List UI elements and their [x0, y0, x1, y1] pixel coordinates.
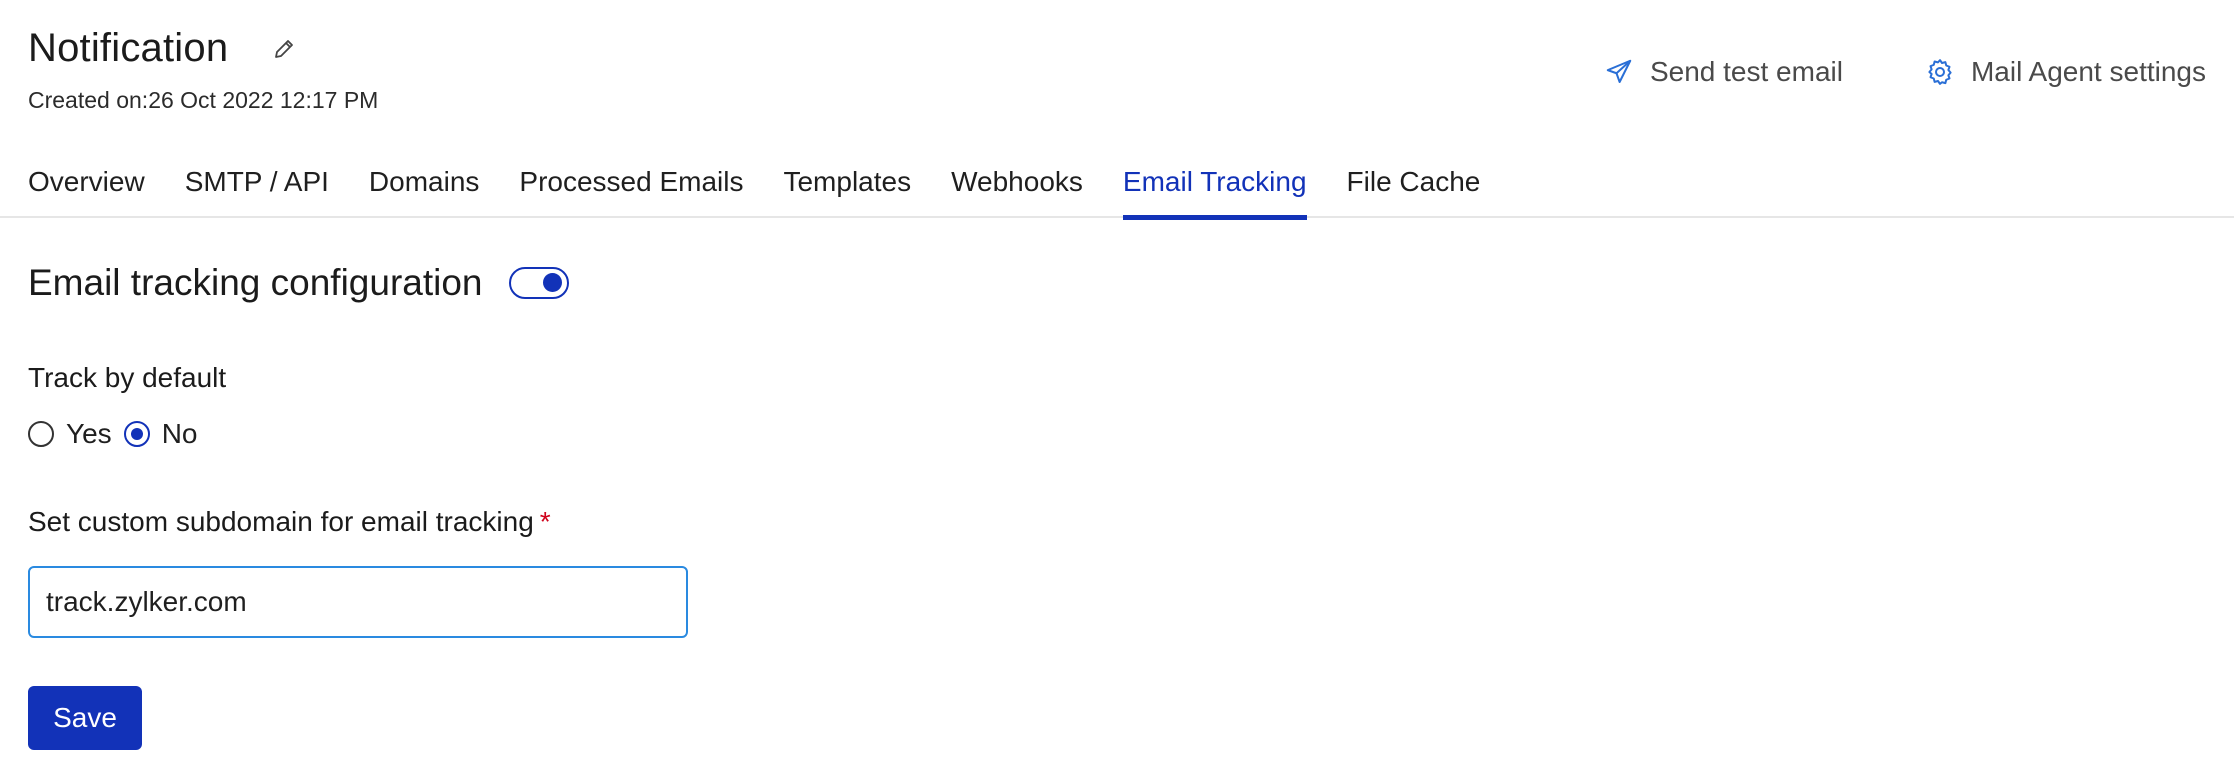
gear-icon [1925, 57, 1955, 87]
tab-webhooks[interactable]: Webhooks [951, 158, 1083, 218]
mail-agent-settings-link[interactable]: Mail Agent settings [1925, 56, 2206, 88]
header-actions: Send test email Mail Agent settings [1604, 56, 2206, 88]
subdomain-input[interactable] [28, 566, 688, 638]
radio-no[interactable]: No [123, 418, 198, 450]
send-test-email-label: Send test email [1649, 56, 1843, 87]
page-header: Notification Created on:26 Oct 2022 12:1… [28, 26, 378, 114]
tab-file-cache[interactable]: File Cache [1347, 158, 1481, 218]
radio-yes[interactable]: Yes [28, 418, 112, 450]
paper-plane-icon [1604, 57, 1634, 87]
send-test-email-link[interactable]: Send test email [1604, 56, 1843, 88]
subdomain-label-text: Set custom subdomain for email tracking [28, 506, 534, 537]
pencil-icon[interactable] [270, 35, 298, 63]
tab-templates[interactable]: Templates [783, 158, 911, 218]
subdomain-label: Set custom subdomain for email tracking * [28, 506, 551, 538]
track-by-default-radio-group: Yes No [28, 418, 209, 450]
section-title: Email tracking configuration [28, 262, 483, 303]
page-title: Notification [28, 26, 229, 70]
toggle-knob [542, 273, 562, 292]
tab-smtp-api[interactable]: SMTP / API [185, 158, 329, 218]
required-mark: * [539, 506, 551, 537]
tab-email-tracking[interactable]: Email Tracking [1122, 158, 1307, 220]
section-title-row: Email tracking configuration [28, 262, 569, 304]
mail-agent-settings-label: Mail Agent settings [1970, 56, 2206, 87]
track-by-default-label: Track by default [28, 362, 227, 393]
radio-yes-circle[interactable] [28, 421, 54, 447]
tab-processed-emails[interactable]: Processed Emails [519, 158, 743, 218]
created-on-text: Created on:26 Oct 2022 12:17 PM [28, 87, 379, 113]
radio-no-circle[interactable] [123, 421, 150, 447]
email-tracking-toggle[interactable] [508, 267, 569, 299]
title-row: Notification [28, 26, 378, 71]
save-button[interactable]: Save [28, 686, 142, 750]
tab-overview[interactable]: Overview [28, 158, 145, 218]
tab-domains[interactable]: Domains [369, 158, 479, 218]
tab-bar: Overview SMTP / API Domains Processed Em… [0, 158, 2234, 220]
radio-yes-label: Yes [66, 418, 112, 449]
radio-no-label: No [161, 418, 198, 449]
